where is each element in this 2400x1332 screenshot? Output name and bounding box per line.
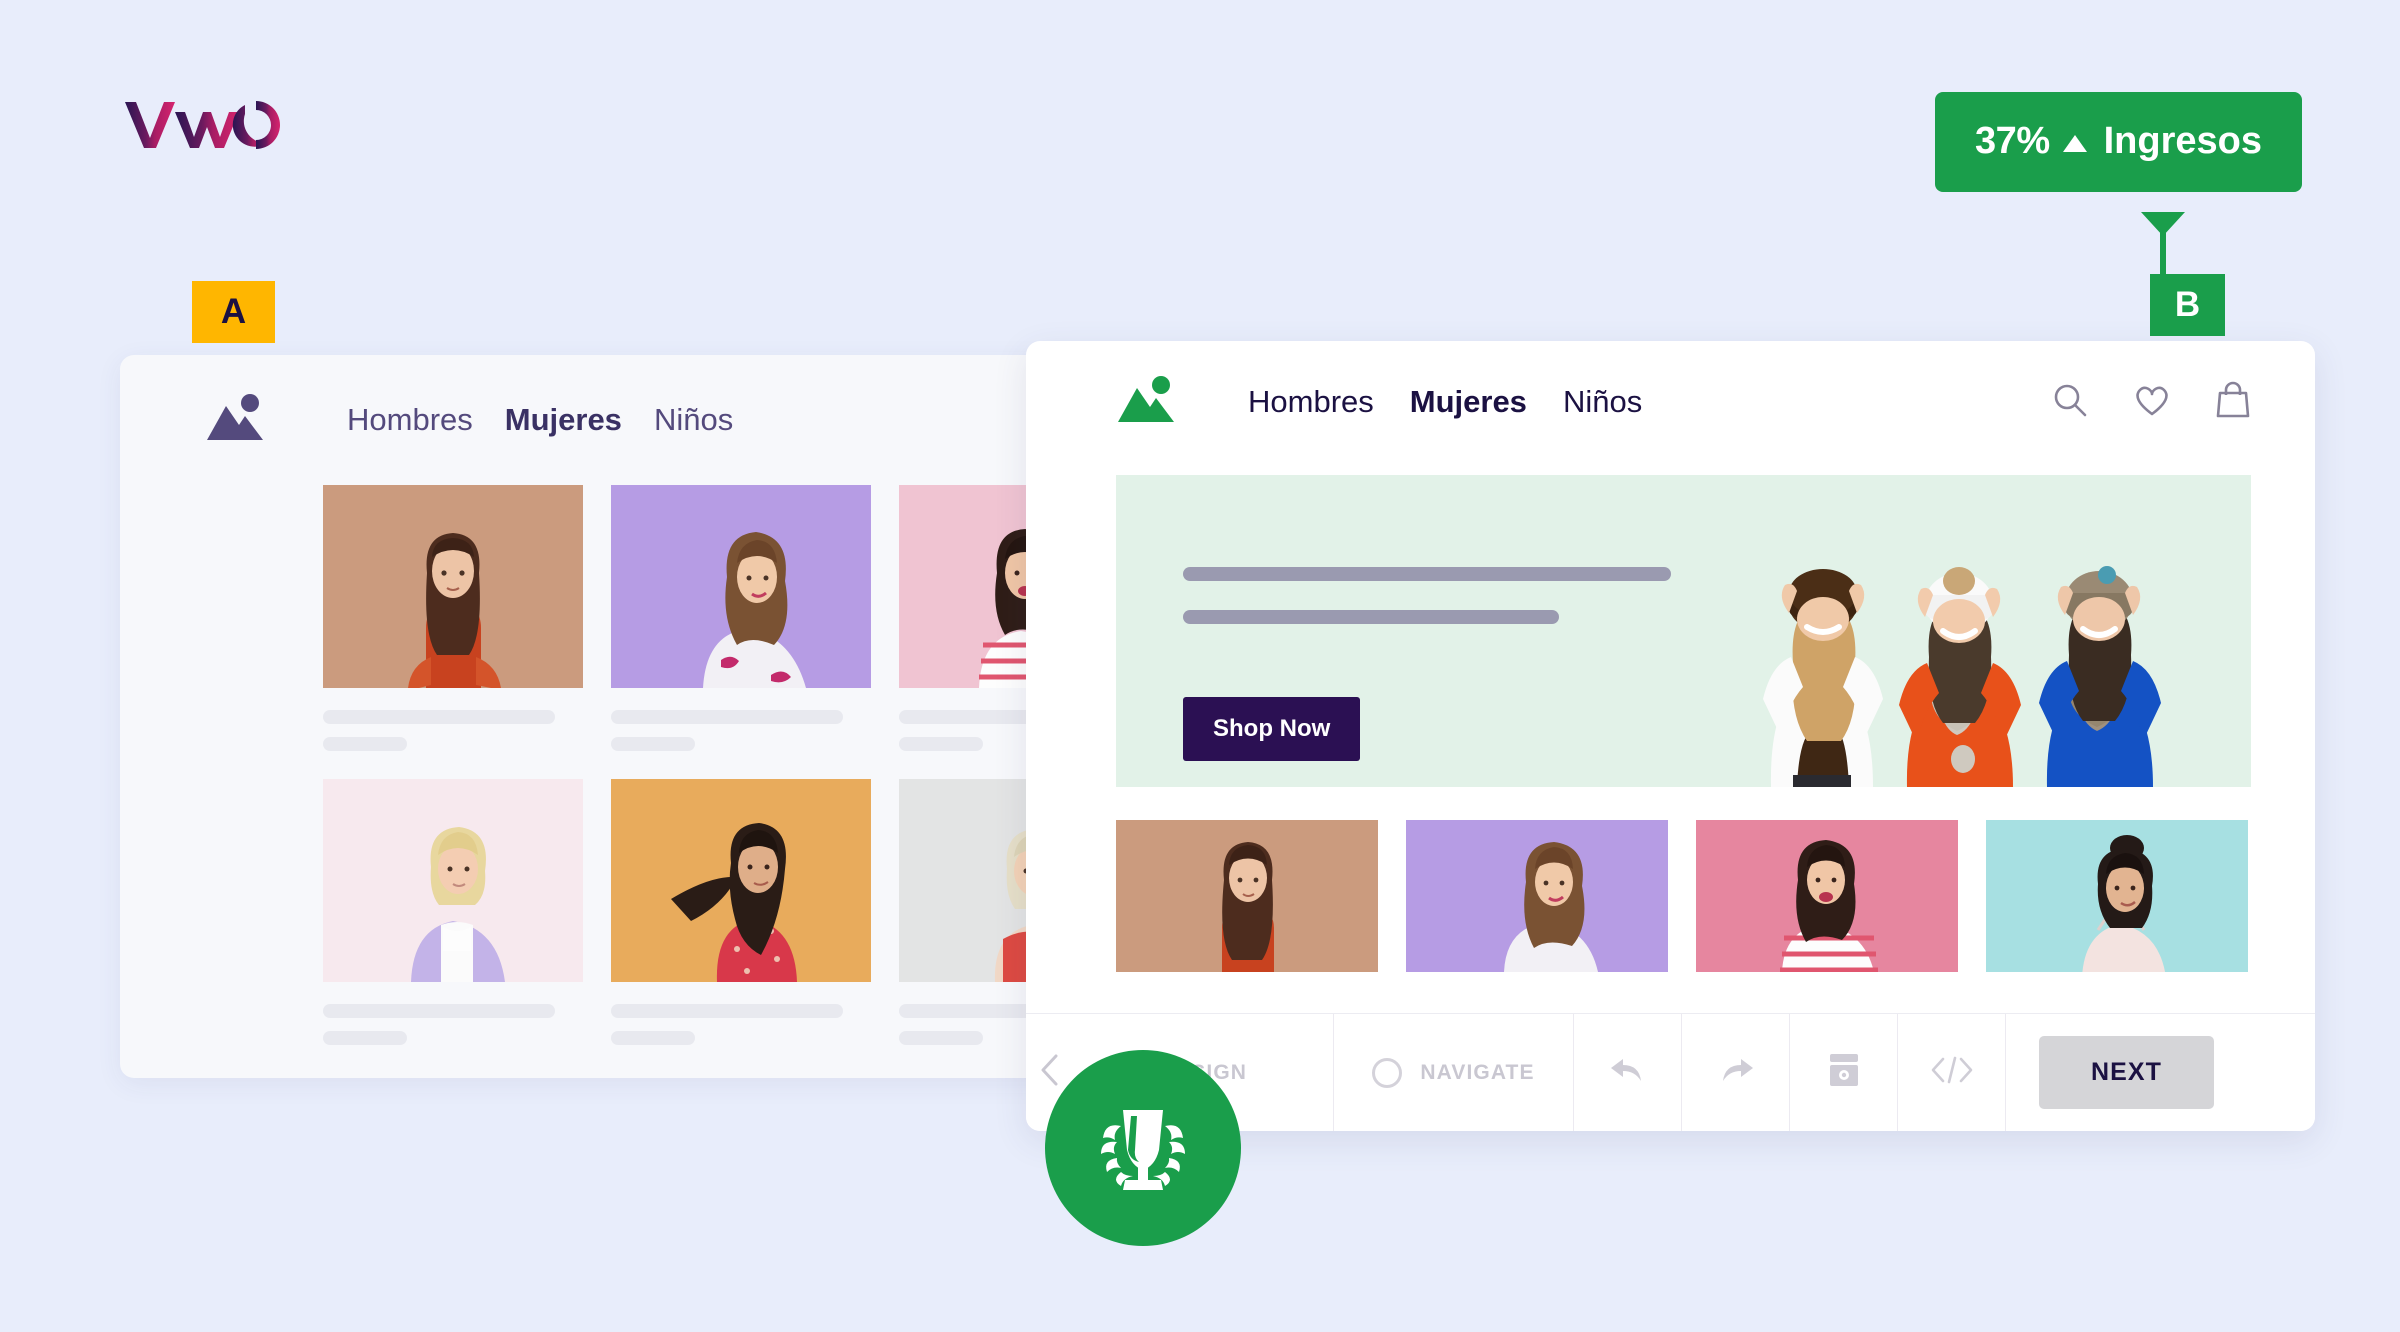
product-price-placeholder (323, 737, 407, 751)
nav-item-ninos[interactable]: Niños (1563, 384, 1642, 420)
screenshot-icon (1828, 1052, 1860, 1094)
mountain-icon (205, 392, 267, 449)
variant-b-badge: B (2150, 274, 2225, 336)
variant-b-navbar: Hombres Mujeres Niños (1026, 341, 2315, 463)
nav-item-ninos[interactable]: Niños (654, 402, 733, 438)
product-thumbnail (611, 485, 871, 688)
product-price-placeholder (899, 737, 983, 751)
toolbar-navigate-tab[interactable]: NAVIGATE (1334, 1013, 1574, 1131)
product-title-placeholder (611, 1004, 843, 1018)
product-price-placeholder (611, 737, 695, 751)
vwo-logo (123, 95, 281, 151)
next-button[interactable]: NEXT (2038, 1036, 2215, 1109)
product-card[interactable] (1696, 820, 1958, 973)
product-card[interactable] (323, 485, 583, 751)
variant-a-nav-links: Hombres Mujeres Niños (347, 402, 733, 438)
nav-item-mujeres[interactable]: Mujeres (1410, 384, 1527, 420)
search-icon[interactable] (2051, 381, 2089, 424)
product-thumbnail (1986, 820, 2248, 978)
variant-b-nav-links: Hombres Mujeres Niños (1248, 384, 1642, 420)
variant-a-badge: A (192, 281, 275, 343)
product-title-placeholder (611, 710, 843, 724)
variant-b-nav-icons (2051, 381, 2251, 424)
callout-percent: 37% (1975, 120, 2050, 162)
product-card[interactable] (611, 779, 871, 1045)
revenue-callout-badge: 37% Ingresos (1935, 92, 2302, 192)
variant-b-product-grid (1116, 820, 2315, 978)
redo-arrow-icon (1717, 1053, 1755, 1093)
toolbar-undo-button[interactable] (1574, 1013, 1682, 1131)
callout-connector-line (2160, 230, 2166, 275)
hero-subheadline-placeholder (1183, 610, 1559, 624)
callout-metric-label: Ingresos (2103, 120, 2262, 162)
toolbar-code-button[interactable] (1898, 1013, 2006, 1131)
toolbar-navigate-label: NAVIGATE (1420, 1060, 1535, 1084)
product-thumbnail (611, 779, 871, 982)
product-title-placeholder (323, 1004, 555, 1018)
product-thumbnail (1696, 820, 1958, 973)
trophy-laurel-icon (1085, 1092, 1201, 1205)
product-thumbnail (323, 485, 583, 688)
product-card[interactable] (1406, 820, 1668, 972)
undo-arrow-icon (1609, 1053, 1647, 1093)
heart-icon[interactable] (2133, 382, 2171, 423)
shopping-bag-icon[interactable] (2215, 381, 2251, 424)
product-title-placeholder (323, 710, 555, 724)
nav-item-mujeres[interactable]: Mujeres (505, 402, 622, 438)
hero-banner: Shop Now (1116, 475, 2251, 787)
toolbar-spacer: NEXT (2006, 1014, 2315, 1132)
toolbar-redo-button[interactable] (1682, 1013, 1790, 1131)
toolbar-screenshot-button[interactable] (1790, 1013, 1898, 1131)
product-card[interactable] (1986, 820, 2248, 978)
product-card[interactable] (323, 779, 583, 1045)
product-price-placeholder (611, 1031, 695, 1045)
product-card[interactable] (611, 485, 871, 751)
code-icon (1930, 1055, 1974, 1091)
product-card[interactable] (1116, 820, 1378, 972)
variant-b-window: Hombres Mujeres Niños Shop Now NAVIGATE … (1026, 341, 2315, 1131)
comparison-canvas: A Hombres Mujeres Niños 37% Ingresos B H… (0, 0, 2400, 1332)
nav-item-hombres[interactable]: Hombres (347, 402, 473, 438)
product-price-placeholder (899, 1031, 983, 1045)
circle-icon (1372, 1057, 1403, 1088)
product-thumbnail (1406, 820, 1668, 972)
triangle-up-icon (2062, 134, 2087, 152)
product-thumbnail (323, 779, 583, 982)
winner-trophy-badge (1045, 1050, 1241, 1246)
variant-a-badge-label: A (220, 292, 247, 331)
product-thumbnail (1116, 820, 1378, 972)
hero-image-three-women-winter-hats (1741, 487, 2251, 787)
mountain-icon (1116, 374, 1178, 431)
chevron-left-icon (1039, 1053, 1061, 1093)
product-price-placeholder (323, 1031, 407, 1045)
shop-now-button[interactable]: Shop Now (1183, 697, 1361, 761)
hero-headline-placeholder (1183, 567, 1671, 581)
nav-item-hombres[interactable]: Hombres (1248, 384, 1374, 420)
variant-b-badge-label: B (2174, 285, 2201, 324)
